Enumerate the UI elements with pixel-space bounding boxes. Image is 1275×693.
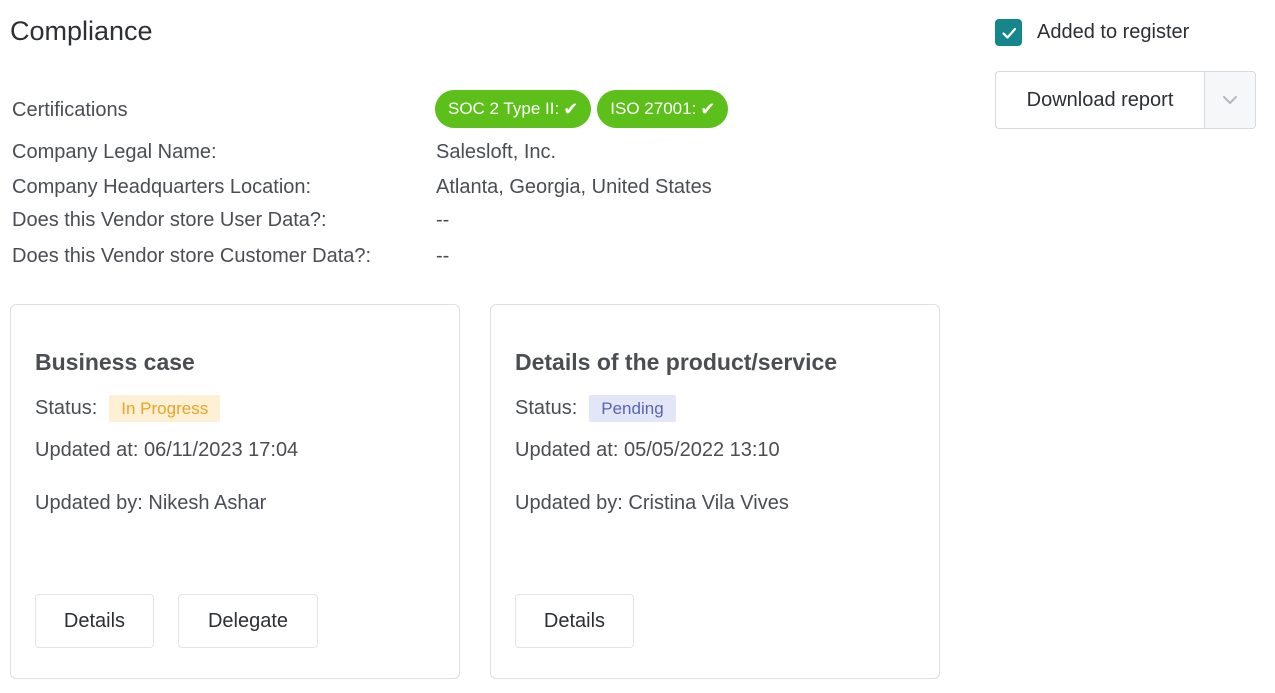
checkmark-icon: ✔ <box>563 99 579 119</box>
certifications-label: Certifications <box>12 99 128 121</box>
chevron-down-icon <box>1223 96 1237 104</box>
card-title: Business case <box>35 349 195 375</box>
certification-name: SOC 2 Type II: <box>448 99 560 118</box>
product-details-card: Details of the product/service Status: P… <box>490 304 940 679</box>
card-actions: Details <box>515 594 634 648</box>
check-icon <box>1001 27 1016 39</box>
download-report-split-button: Download report <box>995 71 1256 129</box>
user-data-label: Does this Vendor store User Data?: <box>12 209 327 231</box>
status-badge: In Progress <box>109 395 221 422</box>
business-case-card: Business case Status: In Progress Update… <box>10 304 460 679</box>
register-label: Added to register <box>1037 21 1190 43</box>
card-status-row: Status: Pending <box>515 395 676 422</box>
user-data-value: -- <box>436 209 450 231</box>
checkbox-checked-icon[interactable] <box>995 19 1022 46</box>
download-report-button[interactable]: Download report <box>996 72 1205 128</box>
updated-at: Updated at: 06/11/2023 17:04 <box>35 439 299 461</box>
legal-name-value: Salesloft, Inc. <box>436 141 557 163</box>
updated-by: Updated by: Cristina Vila Vives <box>515 492 789 514</box>
status-label: Status: <box>35 397 98 419</box>
details-button[interactable]: Details <box>35 594 154 648</box>
certification-badges: SOC 2 Type II: ✔ ISO 27001: ✔ <box>435 90 729 128</box>
certification-name: ISO 27001: <box>610 99 697 118</box>
card-title: Details of the product/service <box>515 349 838 375</box>
details-button[interactable]: Details <box>515 594 634 648</box>
checkmark-icon: ✔ <box>700 99 716 119</box>
headquarters-label: Company Headquarters Location: <box>12 176 312 198</box>
customer-data-label: Does this Vendor store Customer Data?: <box>12 245 372 267</box>
updated-at: Updated at: 05/05/2022 13:10 <box>515 439 780 461</box>
download-options-dropdown[interactable] <box>1205 72 1255 128</box>
card-status-row: Status: In Progress <box>35 395 221 422</box>
card-actions: Details Delegate <box>35 594 318 648</box>
certification-badge-soc2: SOC 2 Type II: ✔ <box>435 90 592 128</box>
headquarters-value: Atlanta, Georgia, United States <box>436 176 712 198</box>
legal-name-label: Company Legal Name: <box>12 141 217 163</box>
status-badge: Pending <box>589 395 676 422</box>
status-label: Status: <box>515 397 578 419</box>
customer-data-value: -- <box>436 245 450 267</box>
page-title: Compliance <box>10 16 153 46</box>
updated-by: Updated by: Nikesh Ashar <box>35 492 267 514</box>
certification-badge-iso27001: ISO 27001: ✔ <box>597 90 729 128</box>
added-to-register-checkbox[interactable]: Added to register <box>995 19 1189 46</box>
delegate-button[interactable]: Delegate <box>178 594 318 648</box>
